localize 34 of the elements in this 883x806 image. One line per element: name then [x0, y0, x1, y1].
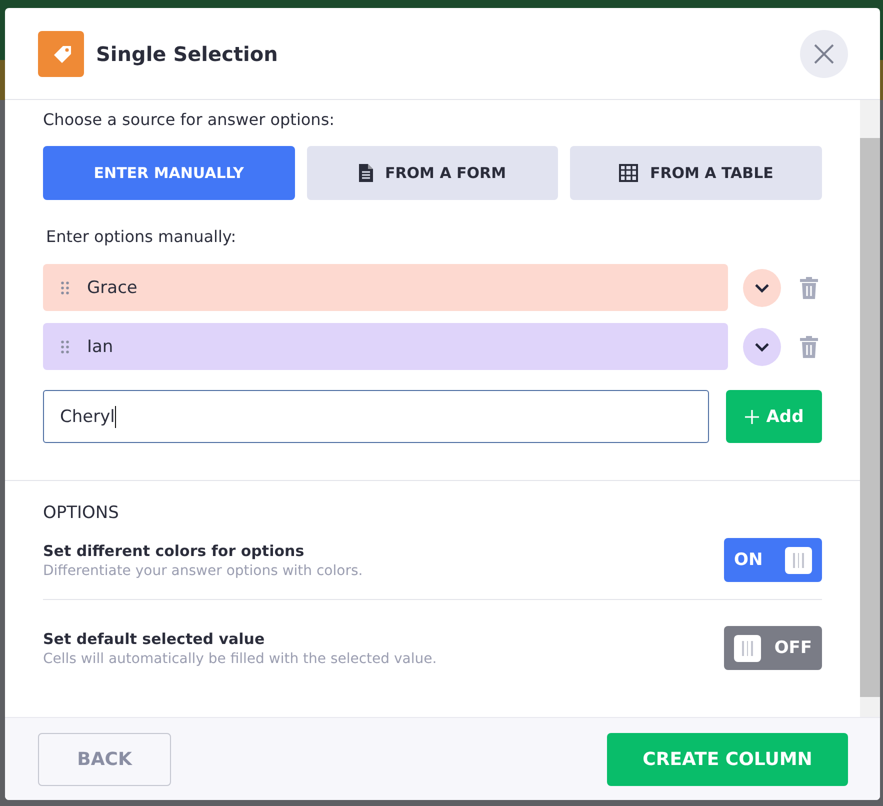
toggle-switch[interactable]: OFF [724, 626, 822, 670]
source-tab[interactable]: FROM A FORM [306, 146, 558, 200]
section-label: Enter options manually: [46, 227, 238, 248]
dialog-title: Single Selection [96, 42, 279, 66]
trash-icon[interactable] [800, 276, 818, 298]
add-button[interactable]: Add [726, 390, 822, 443]
color-picker-button[interactable] [743, 328, 781, 366]
close-button[interactable] [800, 30, 848, 78]
tag-icon [38, 30, 84, 76]
back-button[interactable]: BACK [38, 732, 171, 786]
drag-handle-icon[interactable] [61, 340, 69, 354]
table-icon [618, 164, 638, 182]
setting-title: Set default selected value [43, 630, 266, 648]
source-tab[interactable]: FROM A TABLE [570, 146, 822, 200]
color-picker-button[interactable] [743, 268, 781, 306]
document-icon [359, 164, 373, 182]
section-label: Choose a source for answer options: [43, 110, 336, 131]
scrollbar[interactable] [860, 100, 880, 717]
create-column-button[interactable]: CREATE COLUMN [607, 732, 848, 786]
trash-icon[interactable] [800, 336, 818, 358]
setting-title: Set different colors for options [43, 542, 306, 560]
setting-description: Cells will automatically be filled with the selected value. [43, 650, 437, 666]
option-item[interactable]: Ian [43, 323, 728, 370]
chevron-down-icon [754, 342, 770, 352]
source-tab[interactable]: ENTER MANUALLY [43, 146, 295, 200]
section-heading: OPTIONS [43, 503, 120, 523]
input-field[interactable]: Cheryl [43, 390, 709, 443]
chevron-down-icon [754, 282, 770, 292]
option-item[interactable]: Grace [43, 264, 728, 311]
toggle-switch[interactable]: ON [724, 538, 822, 582]
plus-icon [744, 408, 760, 424]
setting-description: Differentiate your answer options with colors. [43, 562, 363, 578]
close-icon [813, 42, 835, 64]
drag-handle-icon[interactable] [61, 280, 69, 294]
